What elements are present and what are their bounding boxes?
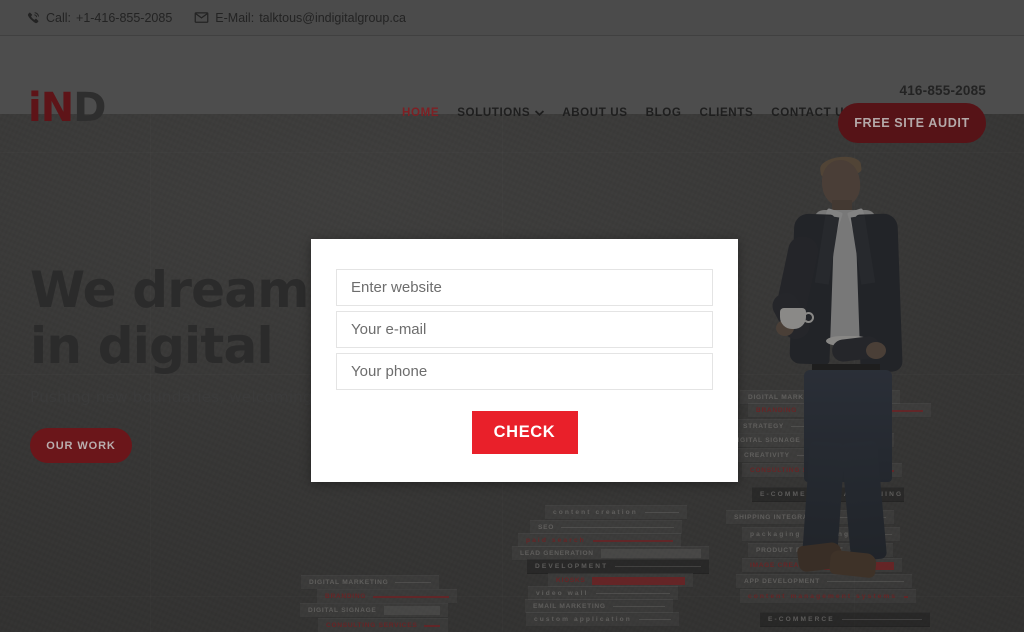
nav-item-label: SOLUTIONS	[457, 106, 531, 119]
topbar-email[interactable]: E-Mail: talktous@indigitalgroup.ca	[194, 10, 406, 25]
top-utility-bar: Call: +1-416-855-2085 E-Mail: talktous@i…	[0, 0, 1024, 36]
email-input[interactable]	[336, 311, 713, 348]
topbar-phone-value[interactable]: +1-416-855-2085	[76, 11, 172, 25]
header-phone-number[interactable]: 416-855-2085	[900, 83, 986, 98]
website-input[interactable]	[336, 269, 713, 306]
logo-part-n: N	[40, 85, 74, 131]
nav-item-about-us[interactable]: ABOUT US	[562, 106, 627, 119]
modal-body: CHECK	[311, 239, 738, 454]
envelope-icon	[194, 10, 209, 25]
nav-item-label: CLIENTS	[699, 106, 754, 119]
nav-item-label: BLOG	[645, 106, 682, 119]
nav-item-clients[interactable]: CLIENTS	[699, 106, 753, 119]
logo-part-d: D	[73, 85, 106, 131]
logo[interactable]: iND	[28, 85, 106, 131]
check-submit-button[interactable]: CHECK	[471, 411, 578, 454]
site-audit-modal: CHECK	[311, 239, 738, 482]
page-root: content creationSEOpaid searchLEAD GENER…	[0, 0, 1024, 632]
logo-part-i: i	[28, 85, 42, 131]
topbar-phone[interactable]: Call: +1-416-855-2085	[26, 11, 172, 25]
modal-actions: CHECK	[336, 411, 713, 454]
nav-item-label: ABOUT US	[562, 106, 628, 119]
nav-item-blog[interactable]: BLOG	[646, 106, 682, 119]
nav-item-solutions[interactable]: SOLUTIONS	[457, 106, 545, 119]
chevron-down-icon	[535, 109, 545, 116]
main-navigation: HOME SOLUTIONS ABOUT US BLOG CLIENTS CONTACT …	[402, 106, 852, 119]
our-work-button[interactable]: OUR WORK	[30, 428, 132, 463]
topbar-phone-label: Call:	[46, 10, 72, 25]
phone-icon	[26, 11, 40, 25]
phone-input[interactable]	[336, 353, 713, 390]
nav-item-home[interactable]: HOME	[402, 106, 439, 119]
free-site-audit-button[interactable]: FREE SITE AUDIT	[838, 103, 986, 143]
nav-item-label: HOME	[402, 106, 440, 119]
topbar-email-value[interactable]: talktous@indigitalgroup.ca	[259, 11, 406, 25]
site-header: iND HOME SOLUTIONS ABOUT US BLOG CLIENTS CONT…	[0, 36, 1024, 143]
topbar-email-label: E-Mail:	[215, 10, 255, 25]
